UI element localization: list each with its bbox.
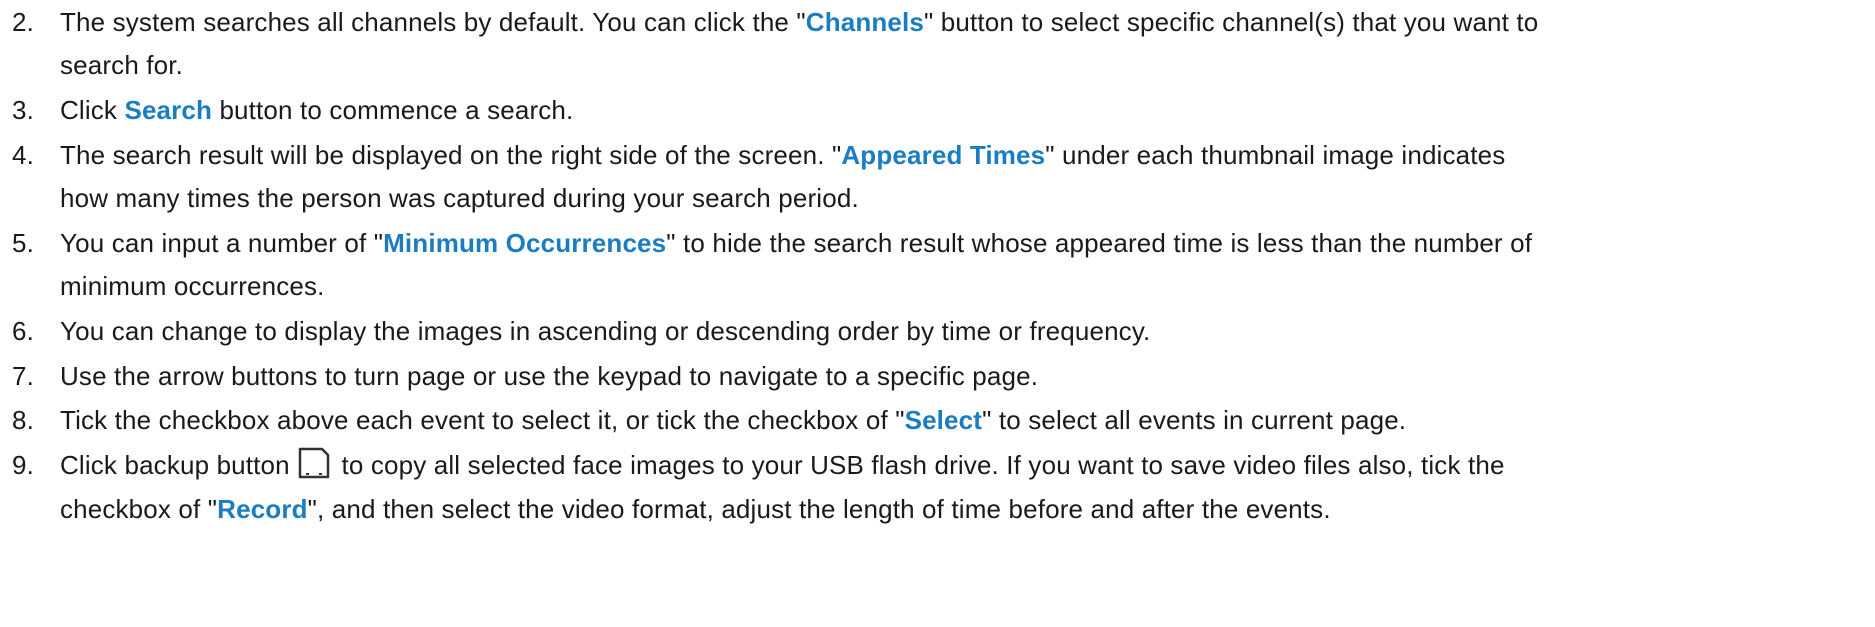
step-text: Click backup button to copy all selected… [60, 443, 1867, 488]
text-segment: " under each thumbnail image indicates [1045, 140, 1506, 170]
step-number: 8. [12, 405, 34, 435]
minimum-occurrences-keyword: Minimum Occurrences [383, 228, 667, 258]
text-segment: " to select all events in current page. [982, 405, 1407, 435]
text-segment: " to hide the search result whose appear… [666, 228, 1533, 258]
channels-keyword: Channels [805, 7, 925, 37]
text-segment: checkbox of " [60, 494, 218, 524]
save-disk-icon [297, 446, 331, 480]
text-segment: button to commence a search. [212, 95, 574, 125]
appeared-times-keyword: Appeared Times [841, 140, 1046, 170]
step-number: 2. [12, 7, 34, 37]
step-text: You can change to display the images in … [60, 316, 1151, 346]
step-number: 6. [12, 316, 34, 346]
text-segment: ", and then select the video format, adj… [307, 494, 1331, 524]
step-text: You can input a number of "Minimum Occur… [60, 221, 1867, 266]
step-text: minimum occurrences. [60, 271, 325, 301]
text-segment: to copy all selected face images to your… [334, 450, 1505, 480]
step-text: search for. [60, 50, 184, 80]
step-text: The system searches all channels by defa… [60, 0, 1867, 45]
step-text: The search result will be displayed on t… [60, 133, 1867, 178]
select-keyword: Select [904, 405, 983, 435]
step-number: 4. [12, 140, 34, 170]
step-text: Use the arrow buttons to turn page or us… [60, 361, 1039, 391]
text-segment: Tick the checkbox above each event to se… [60, 405, 905, 435]
record-keyword: Record [217, 494, 308, 524]
step-number: 7. [12, 361, 34, 391]
text-segment: Click backup button [60, 450, 298, 480]
step-text: how many times the person was captured d… [60, 183, 859, 213]
step-text: Click Search button to commence a search… [60, 88, 1867, 133]
text-segment: The system searches all channels by defa… [60, 7, 806, 37]
text-segment: The search result will be displayed on t… [60, 140, 842, 170]
step-number: 5. [12, 228, 34, 258]
text-segment: You can input a number of " [60, 228, 384, 258]
text-segment: Click [60, 95, 125, 125]
search-keyword: Search [124, 95, 213, 125]
step-text: checkbox of "Record", and then select th… [60, 487, 1867, 532]
step-number: 9. [12, 450, 34, 480]
step-text: Tick the checkbox above each event to se… [60, 398, 1867, 443]
text-segment: " button to select specific channel(s) t… [924, 7, 1539, 37]
step-number: 3. [12, 95, 34, 125]
